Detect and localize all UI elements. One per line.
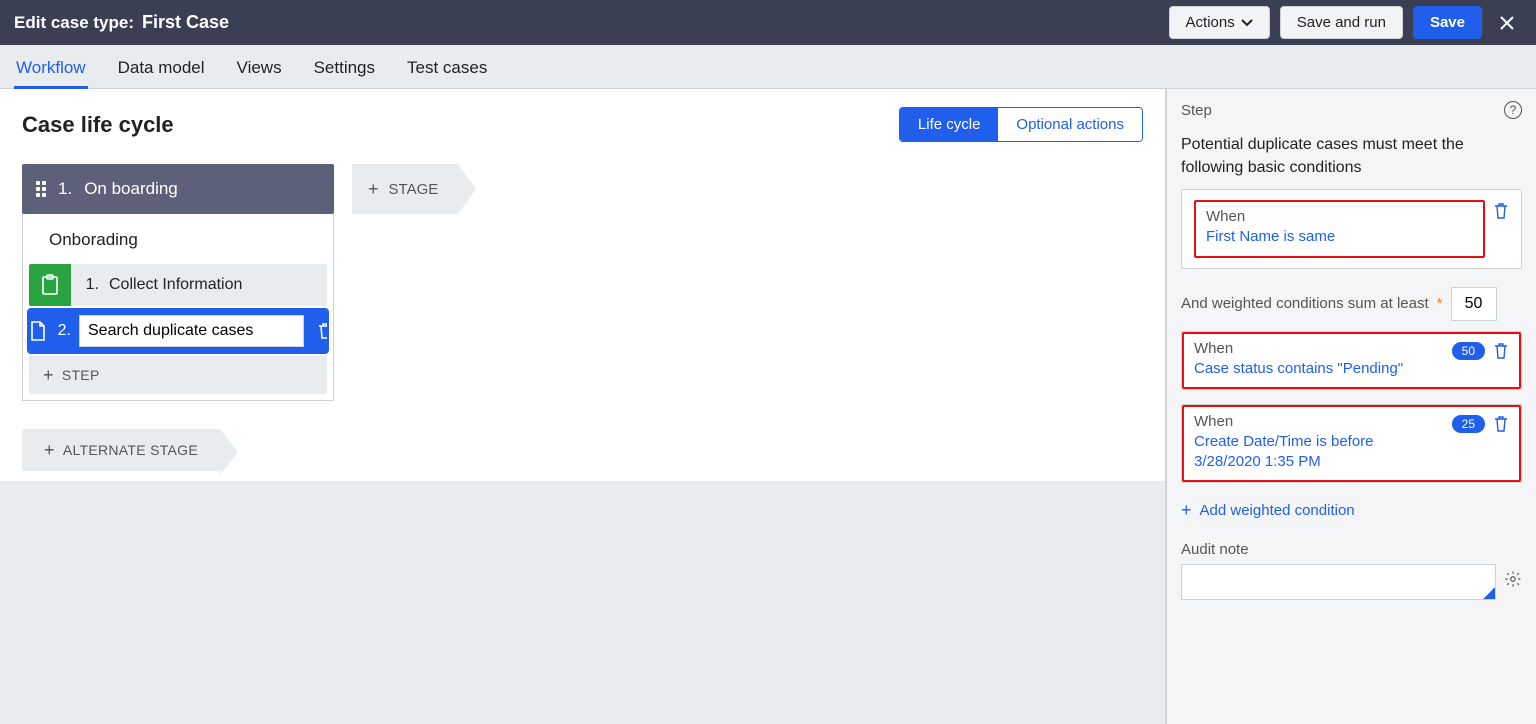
tab-workflow[interactable]: Workflow [14,48,88,88]
chevron-down-icon [1241,19,1253,27]
tab-test-cases[interactable]: Test cases [405,48,489,88]
stage-name: On boarding [84,179,178,199]
alternate-stage-label: ALTERNATE STAGE [63,442,198,458]
workflow-canvas: Case life cycle Life cycle Optional acti… [0,89,1166,724]
plus-icon: + [1181,501,1192,519]
weighted-sum-label: And weighted conditions sum at least [1181,295,1429,312]
clipboard-icon [29,264,71,306]
weighted-sum-input[interactable] [1451,287,1497,321]
audit-note-input[interactable] [1181,564,1496,600]
add-stage-label: STAGE [389,181,439,198]
panel-title: Step [1181,102,1212,119]
app-header: Edit case type: First Case Actions Save … [0,0,1536,45]
condition-when-label: When [1206,208,1473,225]
add-weighted-condition-label: Add weighted condition [1200,502,1355,519]
add-step-button[interactable]: + STEP [29,356,327,394]
weighted-condition-1[interactable]: When Case status contains "Pending" [1194,340,1444,379]
audit-note-label: Audit note [1181,541,1522,558]
condition-when-label: When [1194,413,1444,430]
condition-link[interactable]: Create Date/Time is before 3/28/2020 1:3… [1194,432,1444,473]
gear-icon[interactable] [1504,570,1522,588]
plus-icon: + [44,441,55,459]
delete-step-button[interactable] [312,322,327,340]
tab-data-model[interactable]: Data model [116,48,207,88]
step-number: 1. [81,276,99,294]
basic-condition[interactable]: When First Name is same [1194,200,1485,257]
header-actions: Actions Save and run Save [1169,6,1522,39]
add-alternate-stage-button[interactable]: + ALTERNATE STAGE [22,429,220,471]
add-weighted-condition-button[interactable]: + Add weighted condition [1181,501,1522,519]
step-row-search-duplicate[interactable]: 2. [29,310,327,352]
save-button[interactable]: Save [1413,6,1482,39]
delete-condition-button[interactable] [1493,342,1509,360]
tab-views[interactable]: Views [235,48,284,88]
required-star-icon: * [1437,295,1443,312]
condition-link[interactable]: First Name is same [1206,227,1473,247]
delete-condition-button[interactable] [1493,202,1509,220]
canvas-title: Case life cycle [22,112,174,138]
view-toggle: Life cycle Optional actions [899,107,1143,142]
step-label: Collect Information [109,276,242,294]
condition-when-label: When [1194,340,1444,357]
add-stage-button[interactable]: + STAGE [352,164,458,214]
drag-handle-icon[interactable] [36,181,46,197]
stage-number: 1. [58,179,72,199]
case-name: First Case [142,12,229,33]
step-number: 2. [53,322,71,340]
stage-block: 1. On boarding Onborading 1. Collect Inf… [22,164,334,401]
close-icon[interactable] [1492,10,1522,36]
condition-link[interactable]: Case status contains "Pending" [1194,359,1444,379]
weighted-sum-row: And weighted conditions sum at least * [1181,287,1522,321]
actions-button[interactable]: Actions [1169,6,1270,39]
main-tabs: Workflow Data model Views Settings Test … [0,45,1536,89]
document-icon [29,310,47,352]
save-and-run-button[interactable]: Save and run [1280,6,1403,39]
weighted-condition-2[interactable]: When Create Date/Time is before 3/28/202… [1194,413,1444,473]
tab-settings[interactable]: Settings [312,48,377,88]
process-title[interactable]: Onborading [29,220,327,264]
help-icon[interactable]: ? [1504,101,1522,119]
plus-icon: + [43,366,54,384]
weighted-condition-card-1: When Case status contains "Pending" 50 [1181,331,1522,390]
actions-button-label: Actions [1186,14,1235,31]
delete-condition-button[interactable] [1493,415,1509,433]
step-name-input[interactable] [79,315,304,347]
edit-case-type-label: Edit case type: [14,13,134,33]
step-row-collect-information[interactable]: 1. Collect Information [29,264,327,306]
basic-condition-card: When First Name is same [1181,189,1522,268]
add-step-label: STEP [62,367,100,383]
header-title-group: Edit case type: First Case [14,12,229,33]
seg-life-cycle[interactable]: Life cycle [900,108,999,141]
weight-badge[interactable]: 50 [1452,342,1485,360]
stage-body: Onborading 1. Collect Information [22,214,334,401]
stage-header[interactable]: 1. On boarding [22,164,334,214]
weight-badge[interactable]: 25 [1452,415,1485,433]
seg-optional-actions[interactable]: Optional actions [998,108,1142,141]
basic-conditions-intro: Potential duplicate cases must meet the … [1181,133,1522,179]
plus-icon: + [368,180,379,198]
step-properties-panel: Step ? Potential duplicate cases must me… [1166,89,1536,724]
weighted-condition-card-2: When Create Date/Time is before 3/28/202… [1181,404,1522,484]
